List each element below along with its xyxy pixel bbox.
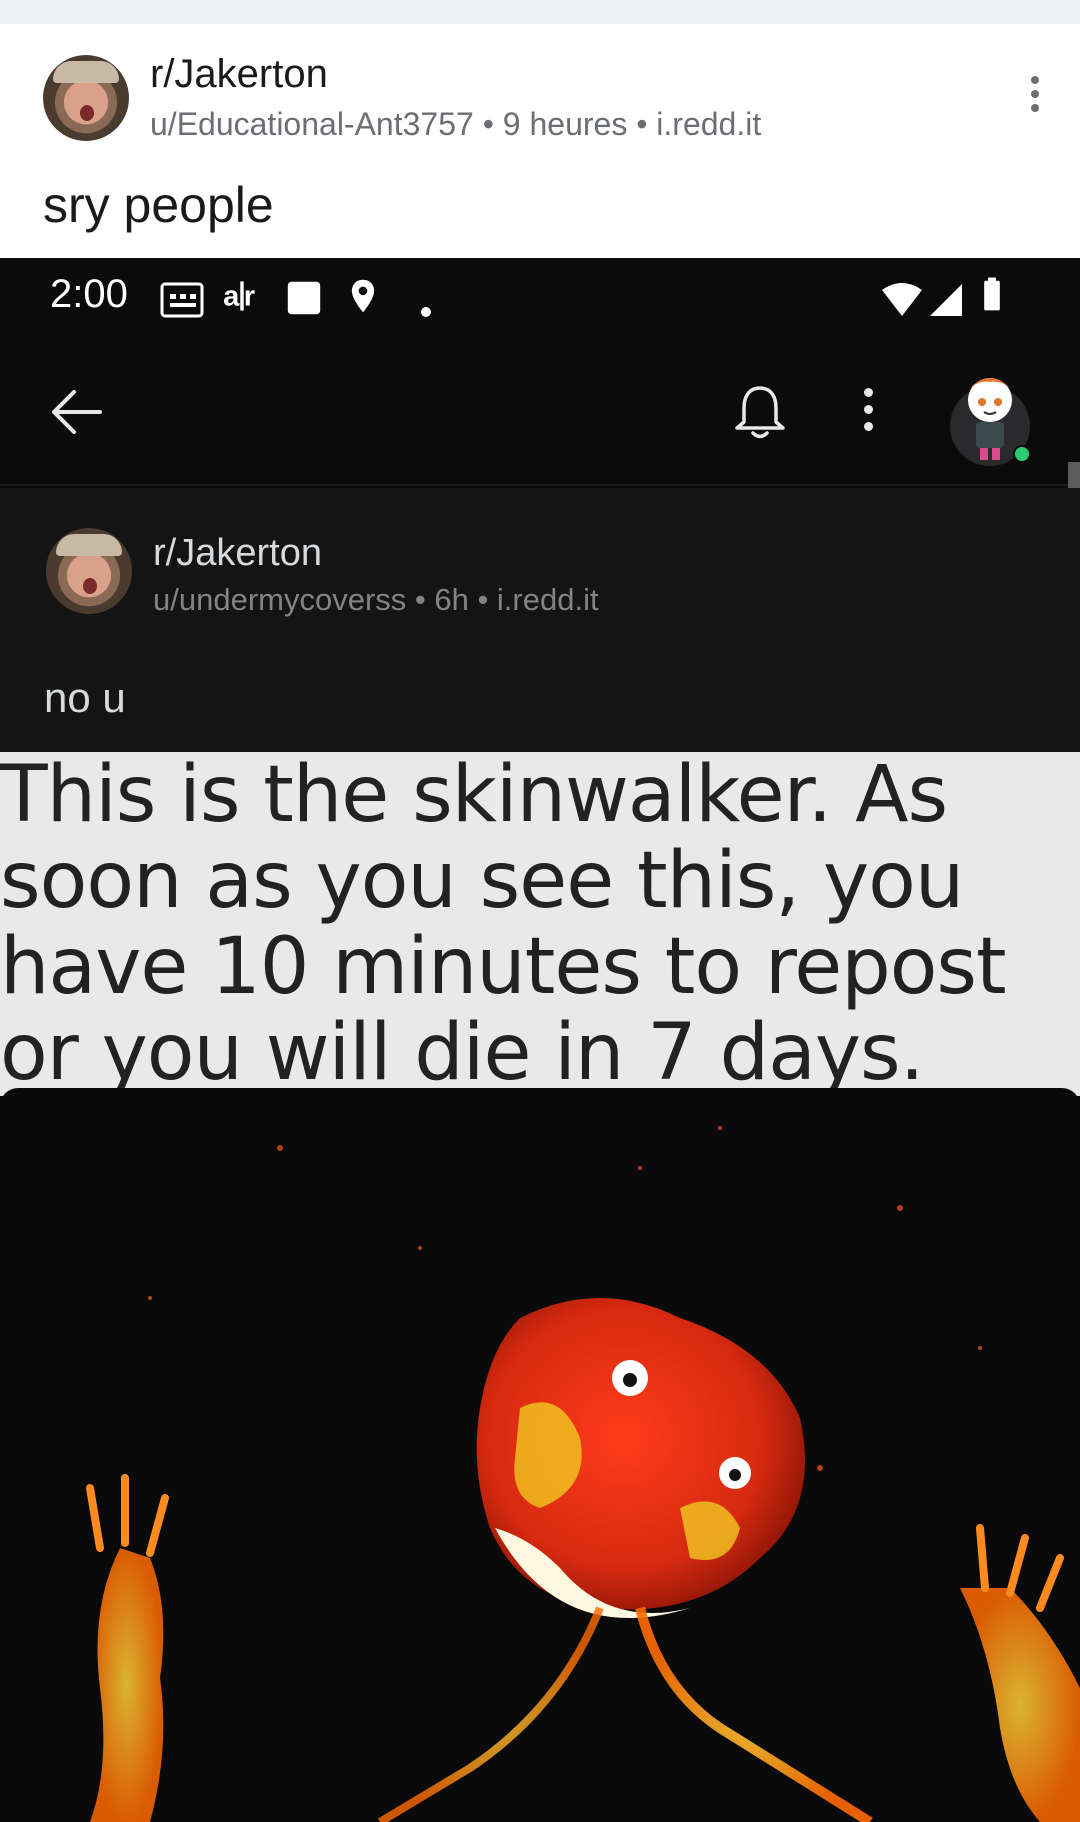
user-avatar[interactable] [944, 366, 1036, 470]
subreddit-name[interactable]: r/Jakerton [150, 52, 328, 97]
wifi-icon [882, 283, 922, 316]
top-strip [0, 0, 1080, 24]
meme-line: or you will die in 7 days. [0, 1008, 924, 1096]
post-meta: u/undermycoverss • 6h • i.redd.it [153, 582, 599, 617]
svg-text:r: r [244, 280, 255, 312]
meme-text: This is the skinwalker. As soon as you s… [0, 752, 1080, 1096]
battery-icon [984, 277, 1000, 311]
calendar-icon [160, 282, 204, 318]
back-arrow-icon[interactable] [46, 382, 106, 442]
location-icon [351, 279, 375, 313]
post-image-screenshot: 2:00 a r r/Jakerton u/undermycoverss • 6… [0, 258, 1080, 1822]
square-icon [287, 281, 321, 315]
skinwalker-illustration [86, 1126, 1080, 1822]
air-icon: a r [223, 280, 255, 312]
subreddit-name[interactable]: r/Jakerton [153, 532, 322, 575]
meme-line: This is the skinwalker. As [0, 752, 948, 840]
dot-icon [421, 307, 431, 317]
meme-line: soon as you see this, you [0, 836, 964, 926]
meme-image[interactable] [0, 1088, 1080, 1822]
signal-icon [930, 284, 962, 316]
more-options-icon[interactable] [1020, 76, 1050, 120]
subreddit-avatar[interactable] [46, 528, 132, 614]
app-bar [0, 338, 1080, 486]
meme-line: have 10 minutes to repost [0, 922, 1007, 1012]
subreddit-avatar[interactable] [43, 55, 129, 141]
post-title: sry people [43, 177, 274, 233]
meme-caption: This is the skinwalker. As soon as you s… [0, 752, 1080, 1096]
svg-text:a: a [223, 280, 240, 312]
status-time: 2:00 [50, 272, 128, 316]
more-vert-icon[interactable] [856, 388, 880, 438]
bell-icon[interactable] [732, 382, 788, 442]
post-meta: u/Educational-Ant3757 • 9 heures • i.red… [150, 106, 762, 142]
status-bar: 2:00 a r [0, 258, 1080, 338]
post-title: no u [44, 674, 126, 721]
